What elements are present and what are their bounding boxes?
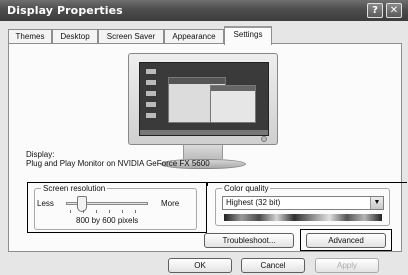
preview-window-2 xyxy=(210,85,256,123)
tab-themes[interactable]: Themes xyxy=(8,29,52,44)
highlight-advanced-box xyxy=(300,229,392,251)
tab-appearance[interactable]: Appearance xyxy=(164,29,224,44)
help-button[interactable]: ? xyxy=(367,3,383,18)
apply-button[interactable]: Apply xyxy=(315,258,379,273)
color-preview-bar xyxy=(224,214,382,221)
window-title: Display Properties xyxy=(7,4,123,17)
chevron-down-icon[interactable]: ▼ xyxy=(370,197,383,209)
close-button[interactable]: ✕ xyxy=(386,3,402,18)
troubleshoot-button[interactable]: Troubleshoot... xyxy=(204,233,294,248)
tab-screen-saver[interactable]: Screen Saver xyxy=(98,29,164,44)
power-led xyxy=(261,136,267,142)
tab-desktop[interactable]: Desktop xyxy=(52,29,98,44)
display-value: Plug and Play Monitor on NVIDIA GeForce … xyxy=(26,159,210,168)
monitor-screen xyxy=(139,62,269,136)
tab-settings[interactable]: Settings xyxy=(224,26,272,45)
cancel-button[interactable]: Cancel xyxy=(241,258,305,273)
display-properties-window: Display Properties ? ✕ Themes Desktop Sc… xyxy=(0,0,408,275)
monitor-bezel xyxy=(128,53,278,145)
monitor-neck xyxy=(183,145,223,159)
ok-button[interactable]: OK xyxy=(168,258,232,273)
color-quality-select[interactable]: Highest (32 bit) ▼ xyxy=(222,196,384,210)
highlight-color-box xyxy=(207,182,407,186)
monitor-preview xyxy=(128,53,278,175)
desktop-icons xyxy=(146,69,156,119)
display-label: Display: xyxy=(26,150,55,159)
preview-taskbar xyxy=(140,130,268,135)
highlight-resolution-box xyxy=(27,182,207,233)
title-bar[interactable]: Display Properties ? ✕ xyxy=(0,0,408,21)
color-quality-value: Highest (32 bit) xyxy=(226,198,281,207)
